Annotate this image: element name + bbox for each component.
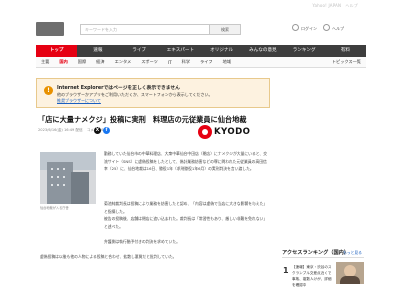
warning-icon: ! xyxy=(44,86,53,95)
site-logo[interactable] xyxy=(36,22,64,36)
category-nav: トップ 速報 ライブ エキスパート オリジナル みんなの意見 ランキング 有料 xyxy=(36,45,366,57)
tab-top[interactable]: トップ xyxy=(36,45,78,57)
photo-caption: 仙台地裁が入る庁舎 xyxy=(40,206,69,210)
login-link[interactable]: ログイン xyxy=(301,26,317,32)
subnav-item-main[interactable]: 主要 xyxy=(36,59,54,65)
alert-title: Internet Explorerではページを正しく表示できません xyxy=(57,86,180,91)
tab-expert[interactable]: エキスパート xyxy=(160,45,201,57)
ranking-title: アクセスランキング（国内） xyxy=(282,250,350,256)
top-strip: Yahoo! JAPAN ヘルプ xyxy=(0,0,400,14)
ranking-item[interactable]: 【速報】東京・渋谷のスクランブル交差点近くで事故、複数人けが、詳細を確認中 xyxy=(292,264,332,288)
subnav-item-domestic[interactable]: 国内 xyxy=(54,59,72,65)
subnav-item-local[interactable]: 地域 xyxy=(218,59,236,65)
topics-list-link[interactable]: トピックス一覧 xyxy=(327,59,366,65)
help-icon[interactable] xyxy=(323,24,330,31)
user-icon[interactable] xyxy=(292,24,299,31)
article-paragraph: 勤務していた仙台市の中華料理店、大衆中華仙台中田店（閉店）にナメクジが大量にいる… xyxy=(104,151,267,172)
header-search-row: キーワードを入力 検索 ログイン ヘルプ xyxy=(0,18,400,44)
tab-ranking[interactable]: ランキング xyxy=(284,45,325,57)
article-paragraph: 弁護側は執行猶予付きの判決を求めていた。 xyxy=(104,239,180,244)
alert-body: 他のブラウザーかアプリをご利用いただくか、スマートフォンから表示してください。 xyxy=(57,92,213,97)
tab-breaking[interactable]: 速報 xyxy=(77,45,118,57)
tab-paid[interactable]: 有料 xyxy=(325,45,366,57)
tab-live[interactable]: ライブ xyxy=(119,45,160,57)
ranking-more-link[interactable]: もっと見る xyxy=(343,250,362,256)
alert-text: 他のブラウザーかアプリをご利用いただくか、スマートフォンから表示してください。 … xyxy=(57,92,262,104)
subnav-item-science[interactable]: 科学 xyxy=(177,59,195,65)
subnav-item-it[interactable]: IT xyxy=(163,60,177,65)
subnav-item-international[interactable]: 国際 xyxy=(73,59,91,65)
top-links[interactable]: Yahoo! JAPAN ヘルプ xyxy=(312,3,358,9)
sidebar-blank xyxy=(282,78,364,238)
tab-opinion[interactable]: みんなの意見 xyxy=(242,45,283,57)
article-photo[interactable] xyxy=(40,152,96,204)
divider xyxy=(282,257,364,258)
publish-date: 2023/6/16(金) 16:49 配信 xyxy=(38,128,83,132)
tab-original[interactable]: オリジナル xyxy=(201,45,242,57)
publisher-logo-icon xyxy=(198,125,212,139)
article-headline: 「店に大量ナメクジ」投稿に実刑 料理店の元従業員に仙台地裁 xyxy=(38,115,247,124)
browser-alert: ! Internet Explorerではページを正しく表示できません 他のブラ… xyxy=(36,78,270,108)
sub-nav: 主要 国内 国際 経済 エンタメ スポーツ IT 科学 ライフ 地域 トピックス… xyxy=(36,57,366,68)
article-paragraph: 被告の投稿後、店舗は閉店に追い込まれた。裁判長は「常習性もあり、厳しい非難を免れ… xyxy=(104,216,268,229)
help-link[interactable]: ヘルプ xyxy=(332,26,344,32)
search-button[interactable]: 検索 xyxy=(209,24,241,35)
subnav-item-life[interactable]: ライフ xyxy=(195,59,218,65)
subnav-item-sports[interactable]: スポーツ xyxy=(136,59,163,65)
x-share-icon[interactable]: X xyxy=(94,127,101,134)
publisher-name[interactable]: KYODO xyxy=(214,127,250,137)
subnav-item-entertainment[interactable]: エンタメ xyxy=(110,59,137,65)
search-input[interactable]: キーワードを入力 xyxy=(80,24,210,35)
ranking-thumbnail[interactable] xyxy=(336,262,364,284)
rank-number: 1 xyxy=(283,266,289,275)
article-paragraph: 菊池純裁判長は投稿により業務を妨害したと認め、「内容は虚偽で当店に大きな影響を与… xyxy=(104,201,268,214)
subnav-item-economy[interactable]: 経済 xyxy=(91,59,109,65)
article-paragraph: 虚偽投稿は以後も他の人物による投稿と合わせ、拡散し悪質だと批判していた。 xyxy=(40,254,177,259)
facebook-share-icon[interactable]: f xyxy=(103,127,110,134)
recommended-browser-link[interactable]: 推奨ブラウザーについて xyxy=(57,98,101,103)
